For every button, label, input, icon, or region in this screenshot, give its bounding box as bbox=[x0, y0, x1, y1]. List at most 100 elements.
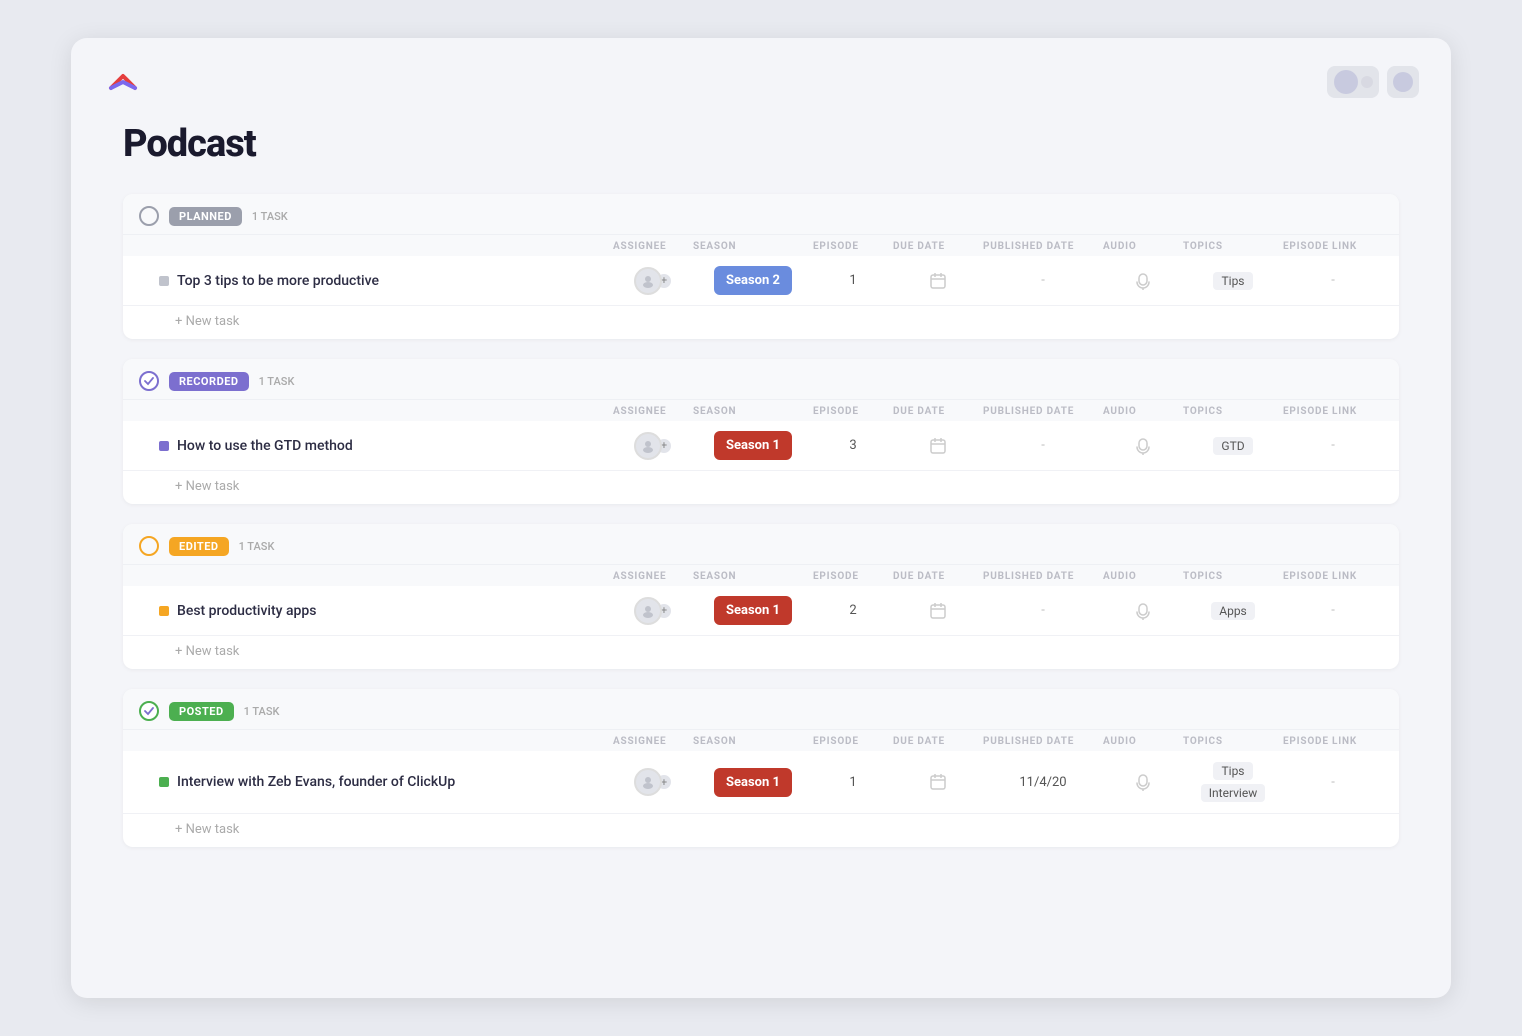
status-circle-planned[interactable] bbox=[139, 206, 159, 226]
audio-cell[interactable] bbox=[1103, 435, 1183, 457]
status-circle-edited[interactable] bbox=[139, 536, 159, 556]
episode-link-cell: - bbox=[1283, 273, 1383, 288]
season-cell[interactable]: Season 1 bbox=[693, 596, 813, 625]
col-episode-link: EPISODE LINK bbox=[1283, 736, 1383, 747]
season-badge[interactable]: Season 1 bbox=[714, 431, 792, 460]
col-published-date: PUBLISHED DATE bbox=[983, 736, 1103, 747]
calendar-icon[interactable] bbox=[927, 600, 949, 622]
episode-cell: 1 bbox=[813, 273, 893, 288]
section-header-posted: POSTED 1 TASK bbox=[123, 689, 1399, 730]
assignee-avatar[interactable] bbox=[634, 432, 662, 460]
col-topics: TOPICS bbox=[1183, 241, 1283, 252]
task-name-text: Interview with Zeb Evans, founder of Cli… bbox=[177, 774, 455, 790]
episode-cell: 1 bbox=[813, 775, 893, 790]
published-date-cell: 11/4/20 bbox=[983, 775, 1103, 790]
season-badge[interactable]: Season 1 bbox=[714, 768, 792, 797]
section-planned: PLANNED 1 TASK ASSIGNEE SEASON EPISODE D… bbox=[123, 194, 1399, 339]
col-headers-recorded: ASSIGNEE SEASON EPISODE DUE DATE PUBLISH… bbox=[123, 400, 1399, 421]
status-badge-recorded: RECORDED bbox=[169, 372, 249, 391]
season-cell[interactable]: Season 2 bbox=[693, 266, 813, 295]
task-name[interactable]: Interview with Zeb Evans, founder of Cli… bbox=[159, 774, 613, 790]
status-badge-planned: PLANNED bbox=[169, 207, 242, 226]
task-name[interactable]: How to use the GTD method bbox=[159, 438, 613, 454]
task-name[interactable]: Best productivity apps bbox=[159, 603, 613, 619]
col-audio: AUDIO bbox=[1103, 406, 1183, 417]
col-audio: AUDIO bbox=[1103, 736, 1183, 747]
task-count-planned: 1 TASK bbox=[252, 210, 288, 223]
season-cell[interactable]: Season 1 bbox=[693, 431, 813, 460]
task-name-text: Top 3 tips to be more productive bbox=[177, 273, 379, 289]
col-season: SEASON bbox=[693, 571, 813, 582]
assignee-cell[interactable]: + bbox=[613, 432, 693, 460]
section-header-recorded: RECORDED 1 TASK bbox=[123, 359, 1399, 400]
audio-cell[interactable] bbox=[1103, 771, 1183, 793]
status-badge-posted: POSTED bbox=[169, 702, 234, 721]
col-task-name bbox=[159, 736, 613, 747]
new-task-btn[interactable]: + New task bbox=[123, 306, 1399, 339]
due-date-cell[interactable] bbox=[893, 435, 983, 457]
col-due-date: DUE DATE bbox=[893, 406, 983, 417]
user-avatar-btn[interactable] bbox=[1327, 66, 1379, 98]
col-audio: AUDIO bbox=[1103, 571, 1183, 582]
topics-cell: GTD bbox=[1183, 436, 1283, 456]
col-assignee: ASSIGNEE bbox=[613, 736, 693, 747]
new-task-btn[interactable]: + New task bbox=[123, 814, 1399, 847]
season-badge[interactable]: Season 2 bbox=[714, 266, 792, 295]
published-date-cell: - bbox=[983, 603, 1103, 618]
calendar-icon[interactable] bbox=[927, 771, 949, 793]
col-published-date: PUBLISHED DATE bbox=[983, 241, 1103, 252]
assignee-avatar[interactable] bbox=[634, 768, 662, 796]
due-date-cell[interactable] bbox=[893, 270, 983, 292]
season-cell[interactable]: Season 1 bbox=[693, 768, 813, 797]
topics-cell: TipsInterview bbox=[1183, 761, 1283, 803]
task-name[interactable]: Top 3 tips to be more productive bbox=[159, 273, 613, 289]
topics-cell: Apps bbox=[1183, 601, 1283, 621]
new-task-btn[interactable]: + New task bbox=[123, 471, 1399, 504]
section-recorded: RECORDED 1 TASK ASSIGNEE SEASON EPISODE … bbox=[123, 359, 1399, 504]
due-date-cell[interactable] bbox=[893, 771, 983, 793]
audio-cell[interactable] bbox=[1103, 600, 1183, 622]
col-task-name bbox=[159, 406, 613, 417]
status-badge-edited: EDITED bbox=[169, 537, 229, 556]
status-circle-recorded[interactable] bbox=[139, 371, 159, 391]
col-season: SEASON bbox=[693, 736, 813, 747]
task-count-edited: 1 TASK bbox=[239, 540, 275, 553]
assignee-cell[interactable]: + bbox=[613, 597, 693, 625]
topic-tag: GTD bbox=[1213, 437, 1252, 455]
assignee-cell[interactable]: + bbox=[613, 768, 693, 796]
assignee-avatar[interactable] bbox=[634, 267, 662, 295]
topic-tag: Interview bbox=[1201, 784, 1265, 802]
assignee-cell[interactable]: + bbox=[613, 267, 693, 295]
task-count-recorded: 1 TASK bbox=[259, 375, 295, 388]
col-headers-edited: ASSIGNEE SEASON EPISODE DUE DATE PUBLISH… bbox=[123, 565, 1399, 586]
col-task-name bbox=[159, 571, 613, 582]
season-badge[interactable]: Season 1 bbox=[714, 596, 792, 625]
sections-container: PLANNED 1 TASK ASSIGNEE SEASON EPISODE D… bbox=[123, 194, 1399, 847]
calendar-icon[interactable] bbox=[927, 435, 949, 457]
section-posted: POSTED 1 TASK ASSIGNEE SEASON EPISODE DU… bbox=[123, 689, 1399, 847]
settings-btn[interactable] bbox=[1387, 66, 1419, 98]
topic-tag: Tips bbox=[1213, 272, 1252, 290]
episode-link-cell: - bbox=[1283, 603, 1383, 618]
assignee-avatar[interactable] bbox=[634, 597, 662, 625]
audio-icon[interactable] bbox=[1132, 600, 1154, 622]
episode-cell: 3 bbox=[813, 438, 893, 453]
col-episode-link: EPISODE LINK bbox=[1283, 571, 1383, 582]
published-date-cell: - bbox=[983, 438, 1103, 453]
audio-icon[interactable] bbox=[1132, 435, 1154, 457]
audio-icon[interactable] bbox=[1132, 270, 1154, 292]
col-topics: TOPICS bbox=[1183, 406, 1283, 417]
col-season: SEASON bbox=[693, 406, 813, 417]
new-task-btn[interactable]: + New task bbox=[123, 636, 1399, 669]
task-row: Interview with Zeb Evans, founder of Cli… bbox=[123, 751, 1399, 814]
task-name-text: How to use the GTD method bbox=[177, 438, 353, 454]
status-circle-posted[interactable] bbox=[139, 701, 159, 721]
audio-icon[interactable] bbox=[1132, 771, 1154, 793]
col-headers-posted: ASSIGNEE SEASON EPISODE DUE DATE PUBLISH… bbox=[123, 730, 1399, 751]
due-date-cell[interactable] bbox=[893, 600, 983, 622]
col-episode: EPISODE bbox=[813, 406, 893, 417]
task-row: Top 3 tips to be more productive + Seaso… bbox=[123, 256, 1399, 306]
col-due-date: DUE DATE bbox=[893, 736, 983, 747]
audio-cell[interactable] bbox=[1103, 270, 1183, 292]
calendar-icon[interactable] bbox=[927, 270, 949, 292]
